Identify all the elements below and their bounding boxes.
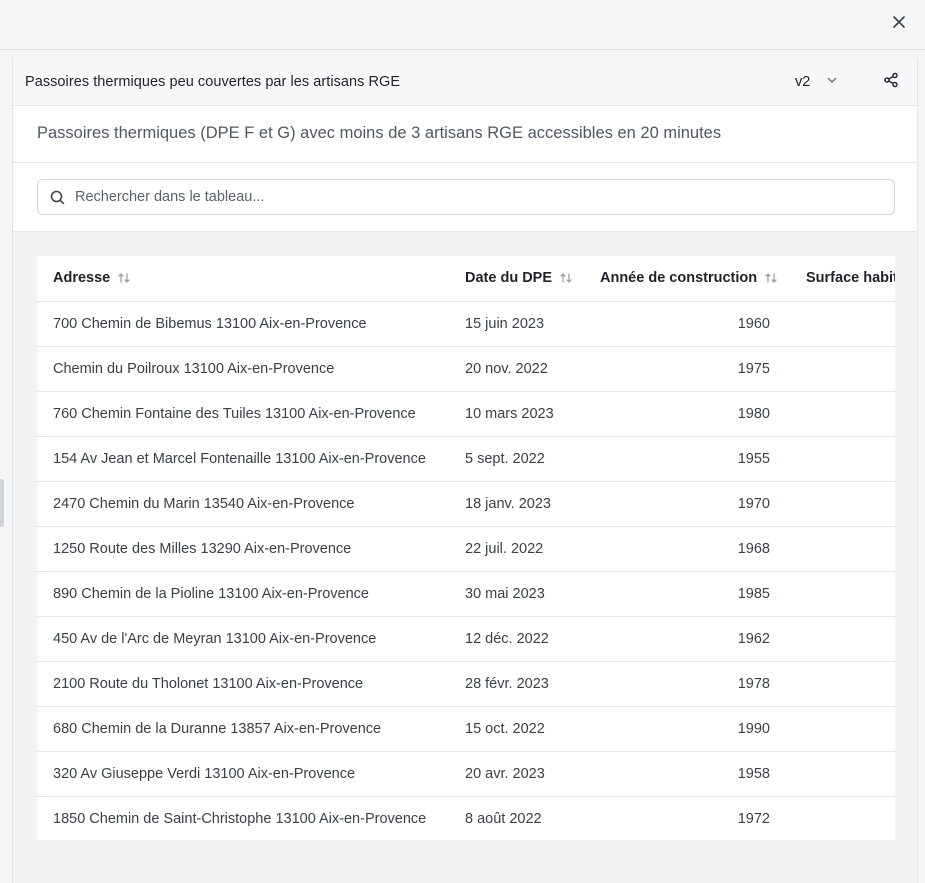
address-cell: Chemin du Poilroux 13100 Aix-en-Provence <box>37 346 449 392</box>
version-label: v2 <box>795 74 811 90</box>
dpe-date-cell: 28 févr. 2023 <box>449 661 584 707</box>
chevron-down-icon <box>826 73 838 91</box>
table-header-row: Adresse Date du DPE Année de constructio… <box>37 256 895 302</box>
construction-year-cell: 1980 <box>584 391 790 437</box>
share-button[interactable] <box>879 70 903 94</box>
dpe-date-cell: 30 mai 2023 <box>449 571 584 617</box>
table-row[interactable]: 680 Chemin de la Duranne 13857 Aix-en-Pr… <box>37 706 895 752</box>
search-icon <box>50 189 66 205</box>
table-body: 700 Chemin de Bibemus 13100 Aix-en-Prove… <box>37 301 895 840</box>
construction-year-cell: 1968 <box>584 526 790 572</box>
dpe-date-cell: 8 août 2022 <box>465 810 542 827</box>
construction-year-cell: 1985 <box>584 571 790 617</box>
construction-year-cell: 1958 <box>584 751 790 797</box>
table-row[interactable]: 1250 Route des Milles 13290 Aix-en-Prove… <box>37 526 895 572</box>
address-cell: 1250 Route des Milles 13290 Aix-en-Prove… <box>37 526 449 572</box>
table-row[interactable]: 2470 Chemin du Marin 13540 Aix-en-Proven… <box>37 481 895 527</box>
panel-subtitle: Passoires thermiques (DPE F et G) avec m… <box>37 124 722 142</box>
search-bar <box>13 163 917 232</box>
column-label: Adresse <box>53 270 111 287</box>
panel-title: Passoires thermiques peu couvertes par l… <box>25 74 401 90</box>
address-cell: 154 Av Jean et Marcel Fontenaille 13100 … <box>37 436 449 482</box>
dpe-date-cell: 15 oct. 2022 <box>449 706 584 752</box>
dpe-date-cell: 12 déc. 2022 <box>449 616 584 662</box>
surface-cell <box>790 436 895 482</box>
address-cell: 760 Chemin Fontaine des Tuiles 13100 Aix… <box>37 391 449 437</box>
column-header-annee-construction[interactable]: Année de construction <box>584 256 790 302</box>
close-icon <box>892 15 906 34</box>
dpe-date-cell: 10 mars 2023 <box>449 391 584 437</box>
table-row[interactable]: 320 Av Giuseppe Verdi 13100 Aix-en-Prove… <box>37 751 895 797</box>
table-row[interactable]: 450 Av de l'Arc de Meyran 13100 Aix-en-P… <box>37 616 895 662</box>
dpe-date-cell: 15 juin 2023 <box>449 301 584 347</box>
column-header-adresse[interactable]: Adresse <box>37 256 449 302</box>
construction-year-cell: 1990 <box>584 706 790 752</box>
surface-cell <box>790 301 895 347</box>
surface-cell <box>790 526 895 572</box>
table-row[interactable]: 700 Chemin de Bibemus 13100 Aix-en-Prove… <box>37 301 895 347</box>
data-table-container[interactable]: Adresse Date du DPE Année de constructio… <box>37 256 895 840</box>
column-header-date-dpe[interactable]: Date du DPE <box>449 256 584 302</box>
construction-year-cell: 1960 <box>584 301 790 347</box>
search-input[interactable] <box>75 182 875 212</box>
address-cell: 700 Chemin de Bibemus 13100 Aix-en-Prove… <box>37 301 449 347</box>
close-button[interactable] <box>887 12 911 36</box>
dpe-date-cell: 20 avr. 2023 <box>449 751 584 797</box>
column-header-surface[interactable]: Surface habit <box>790 256 895 302</box>
construction-year-cell: 1975 <box>584 346 790 392</box>
table-row[interactable]: 1850 Chemin de Saint-Christophe 13100 Ai… <box>37 796 895 840</box>
address-cell: 1850 Chemin de Saint-Christophe 13100 Ai… <box>53 810 427 827</box>
surface-cell <box>790 616 895 662</box>
construction-year-cell: 1955 <box>584 436 790 482</box>
construction-year-cell: 1970 <box>584 481 790 527</box>
construction-year-cell: 1962 <box>584 616 790 662</box>
table-row[interactable]: 760 Chemin Fontaine des Tuiles 13100 Aix… <box>37 391 895 437</box>
surface-cell <box>790 391 895 437</box>
sort-icon[interactable] <box>764 271 778 285</box>
address-cell: 2470 Chemin du Marin 13540 Aix-en-Proven… <box>37 481 449 527</box>
surface-cell <box>790 346 895 392</box>
table-row[interactable]: 154 Av Jean et Marcel Fontenaille 13100 … <box>37 436 895 482</box>
surface-cell <box>790 796 895 840</box>
surface-cell <box>790 571 895 617</box>
report-panel: Passoires thermiques peu couvertes par l… <box>12 58 918 883</box>
surface-cell <box>790 661 895 707</box>
share-icon <box>883 72 899 93</box>
search-box[interactable] <box>37 179 895 215</box>
version-selector[interactable]: v2 <box>795 70 838 94</box>
column-label: Date du DPE <box>465 270 553 287</box>
dpe-date-cell: 20 nov. 2022 <box>449 346 584 392</box>
address-cell: 890 Chemin de la Pioline 13100 Aix-en-Pr… <box>37 571 449 617</box>
address-cell: 320 Av Giuseppe Verdi 13100 Aix-en-Prove… <box>37 751 449 797</box>
construction-year-cell: 1972 <box>737 810 770 827</box>
table-row[interactable]: Chemin du Poilroux 13100 Aix-en-Provence… <box>37 346 895 392</box>
column-label: Année de construction <box>600 270 758 287</box>
address-cell: 450 Av de l'Arc de Meyran 13100 Aix-en-P… <box>37 616 449 662</box>
surface-cell <box>790 751 895 797</box>
top-bar <box>0 0 925 50</box>
construction-year-cell: 1978 <box>584 661 790 707</box>
panel-header: Passoires thermiques peu couvertes par l… <box>13 58 917 106</box>
sort-icon[interactable] <box>117 271 131 285</box>
data-table: Adresse Date du DPE Année de constructio… <box>37 256 895 840</box>
surface-cell <box>790 481 895 527</box>
subtitle-bar: Passoires thermiques (DPE F et G) avec m… <box>13 106 917 163</box>
table-row[interactable]: 890 Chemin de la Pioline 13100 Aix-en-Pr… <box>37 571 895 617</box>
column-label: Surface habit <box>806 270 895 287</box>
resize-handle[interactable] <box>0 479 4 527</box>
address-cell: 680 Chemin de la Duranne 13857 Aix-en-Pr… <box>37 706 449 752</box>
sort-icon[interactable] <box>559 271 573 285</box>
dpe-date-cell: 22 juil. 2022 <box>449 526 584 572</box>
surface-cell <box>790 706 895 752</box>
table-row[interactable]: 2100 Route du Tholonet 13100 Aix-en-Prov… <box>37 661 895 707</box>
address-cell: 2100 Route du Tholonet 13100 Aix-en-Prov… <box>37 661 449 707</box>
dpe-date-cell: 5 sept. 2022 <box>449 436 584 482</box>
dpe-date-cell: 18 janv. 2023 <box>449 481 584 527</box>
